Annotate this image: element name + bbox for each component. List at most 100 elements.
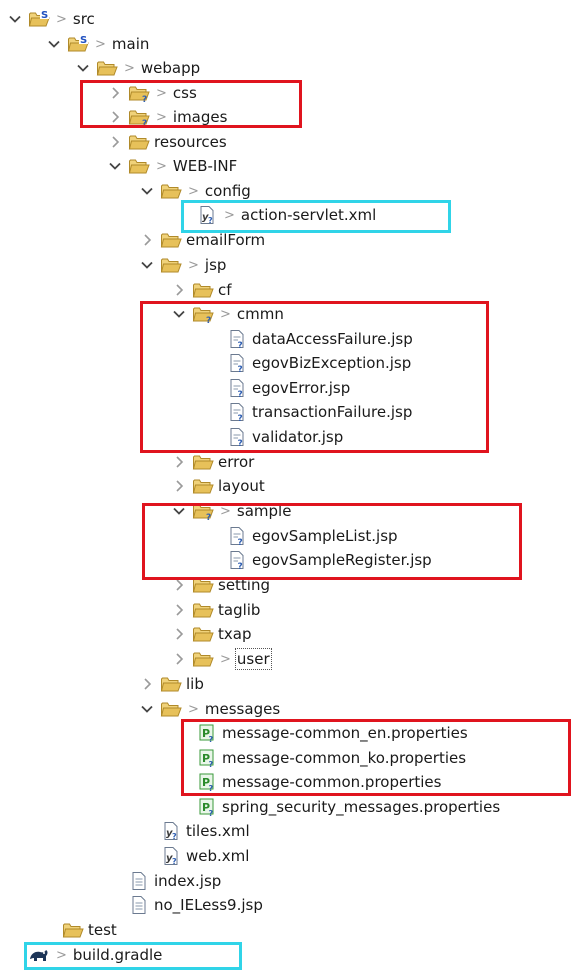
chevron-right-icon[interactable] — [108, 105, 122, 129]
tree-item-test[interactable]: test — [42, 918, 117, 942]
decorator-arrow: > — [188, 183, 199, 199]
chevron-down-icon[interactable] — [172, 302, 186, 326]
tree-item-validator-jsp[interactable]: ? validator.jsp — [206, 425, 343, 449]
tree-item-src[interactable]: S > src — [8, 7, 95, 31]
chevron-right-icon[interactable] — [140, 672, 154, 696]
decorator-arrow: > — [156, 109, 167, 125]
tree-item-label: no_IELess9.jsp — [154, 896, 263, 914]
tree-item-layout[interactable]: layout — [172, 474, 265, 498]
tree-item-label: egovError.jsp — [252, 379, 351, 397]
tree-item-label: user — [234, 648, 272, 670]
tree-item-images[interactable]: ? > images — [108, 105, 227, 129]
tree-item-message-common-en-properties[interactable]: P? message-common_en.properties — [176, 721, 468, 745]
tree-item-label: main — [111, 35, 150, 53]
tree-item-label: txap — [218, 625, 252, 643]
tree-item-label: egovBizException.jsp — [252, 354, 412, 372]
tree-item-cf[interactable]: cf — [172, 278, 232, 302]
chevron-right-icon[interactable] — [108, 81, 122, 105]
tree-item-label: web.xml — [186, 847, 250, 865]
tree-item-setting[interactable]: setting — [172, 573, 270, 597]
tree-item-webapp[interactable]: > webapp — [76, 56, 200, 80]
tree-item-main[interactable]: S > main — [47, 32, 149, 56]
properties-file-icon: P? — [196, 771, 218, 793]
chevron-down-icon[interactable] — [172, 499, 186, 523]
chevron-down-icon[interactable] — [108, 154, 122, 178]
chevron-right-icon[interactable] — [172, 598, 186, 622]
tree-item-label: index.jsp — [154, 872, 222, 890]
tree-item-build-gradle[interactable]: > build.gradle — [8, 943, 162, 967]
tree-item-web-xml[interactable]: y? web.xml — [140, 844, 249, 868]
tree-item-sample[interactable]: ? > sample — [172, 499, 291, 523]
chevron-right-icon[interactable] — [172, 647, 186, 671]
svg-text:?: ? — [209, 809, 214, 817]
tree-item-config[interactable]: > config — [140, 179, 251, 203]
tree-item-transactionfailure-jsp[interactable]: ? transactionFailure.jsp — [206, 400, 412, 424]
xml-file-icon: y? — [196, 204, 218, 226]
tree-item-dataaccessfailure-jsp[interactable]: ? dataAccessFailure.jsp — [206, 327, 413, 351]
tree-item-message-common-ko-properties[interactable]: P? message-common_ko.properties — [176, 746, 466, 770]
decorator-arrow: > — [156, 85, 167, 101]
folder-icon — [160, 254, 182, 276]
tree-item-web-inf[interactable]: > WEB-INF — [108, 154, 237, 178]
tree-item-css[interactable]: ? > css — [108, 81, 197, 105]
decorator-arrow: > — [56, 11, 67, 27]
tree-item-egovsamplelist-jsp[interactable]: ? egovSampleList.jsp — [206, 524, 398, 548]
tree-item-egoverror-jsp[interactable]: ? egovError.jsp — [206, 376, 350, 400]
decorator-arrow: > — [220, 306, 231, 322]
chevron-down-icon[interactable] — [47, 32, 61, 56]
chevron-right-icon[interactable] — [140, 228, 154, 252]
tree-item-message-common-properties[interactable]: P? message-common.properties — [176, 770, 441, 794]
tree-item-spring-security-messages-properties[interactable]: P? spring_security_messages.properties — [176, 795, 500, 819]
tree-item-jsp[interactable]: > jsp — [140, 253, 226, 277]
folder-icon — [192, 574, 214, 596]
chevron-right-icon[interactable] — [108, 130, 122, 154]
decorator-arrow: > — [224, 207, 235, 223]
jsp-file-icon: ? — [226, 377, 248, 399]
jsp-file-icon: ? — [226, 352, 248, 374]
tree-item-index-jsp[interactable]: index.jsp — [108, 869, 221, 893]
chevron-right-icon[interactable] — [172, 573, 186, 597]
folder-icon — [160, 229, 182, 251]
tree-item-no-ieless9-jsp[interactable]: no_IELess9.jsp — [108, 893, 263, 917]
tree-item-label: egovSampleList.jsp — [252, 527, 398, 545]
tree-item-tiles-xml[interactable]: y? tiles.xml — [140, 819, 250, 843]
tree-item-egovsampleregister-jsp[interactable]: ? egovSampleRegister.jsp — [206, 548, 432, 572]
tree-item-egovbizexception-jsp[interactable]: ? egovBizException.jsp — [206, 351, 411, 375]
tree-item-label: taglib — [218, 601, 261, 619]
tree-item-label: layout — [218, 477, 265, 495]
folder-icon — [192, 623, 214, 645]
chevron-down-icon[interactable] — [140, 179, 154, 203]
jsp-file-icon: ? — [226, 401, 248, 423]
tree-item-taglib[interactable]: taglib — [172, 598, 260, 622]
tree-item-messages[interactable]: > messages — [140, 697, 280, 721]
chevron-right-icon[interactable] — [172, 278, 186, 302]
tree-item-action-servlet-xml[interactable]: y? > action-servlet.xml — [176, 203, 376, 227]
tree-item-label: images — [172, 108, 228, 126]
tree-item-lib[interactable]: lib — [140, 672, 204, 696]
tree-item-txap[interactable]: txap — [172, 622, 251, 646]
chevron-down-icon[interactable] — [140, 253, 154, 277]
tree-item-user[interactable]: > user — [172, 647, 272, 671]
tree-item-label: config — [204, 182, 251, 200]
tree-item-error[interactable]: error — [172, 450, 254, 474]
chevron-down-icon[interactable] — [76, 56, 90, 80]
chevron-right-icon[interactable] — [172, 474, 186, 498]
svg-text:?: ? — [206, 316, 211, 324]
tree-item-resources[interactable]: resources — [108, 130, 227, 154]
decorator-arrow: > — [124, 60, 135, 76]
folder-icon — [192, 475, 214, 497]
chevron-right-icon[interactable] — [172, 450, 186, 474]
tree-item-emailform[interactable]: emailForm — [140, 228, 265, 252]
tree-item-cmmn[interactable]: ? > cmmn — [172, 302, 284, 326]
decorator-arrow: > — [188, 701, 199, 717]
chevron-down-icon[interactable] — [8, 7, 22, 31]
jsp-file-icon: ? — [226, 426, 248, 448]
chevron-down-icon[interactable] — [140, 697, 154, 721]
chevron-right-icon[interactable] — [172, 622, 186, 646]
